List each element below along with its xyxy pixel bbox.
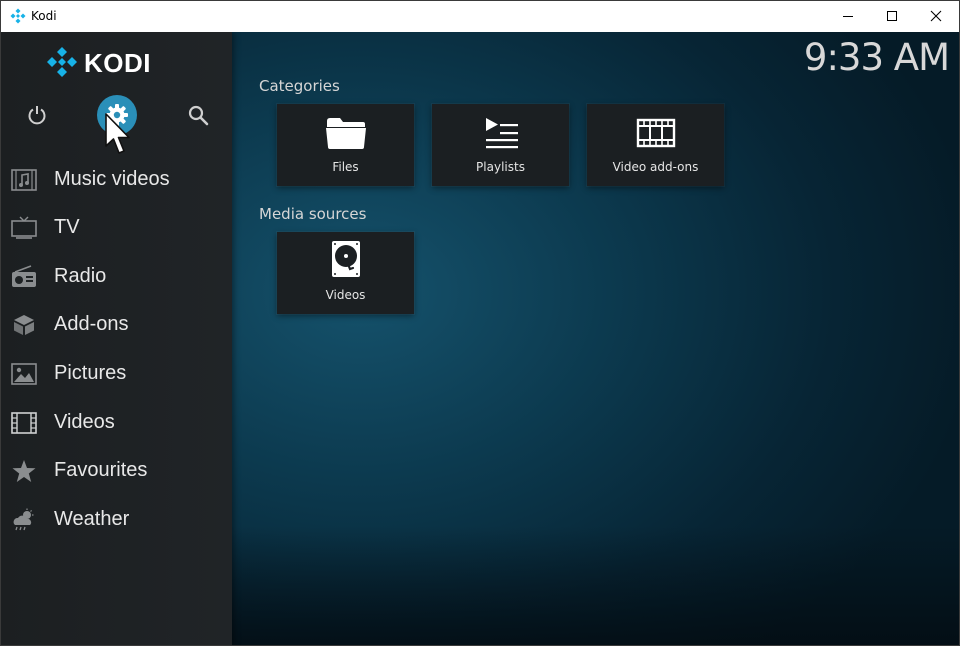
sidebar-item-label: Videos [54,411,115,433]
tile-videos-source[interactable]: Videos [277,232,414,314]
music-video-icon [11,169,37,191]
film-icon [11,412,37,434]
sidebar-item-favourites[interactable]: Favourites [1,449,232,493]
window-title: Kodi [31,9,57,23]
categories-title: Categories [259,77,340,95]
mouse-cursor-icon [105,113,130,154]
kodi-home-screen: KODI Music videos TV Radio Add-ons Pictu… [1,32,959,645]
tile-label: Videos [325,288,366,302]
sidebar-item-videos[interactable]: Videos [1,401,232,445]
sidebar-item-label: Add-ons [54,313,129,335]
sidebar-item-label: TV [54,216,80,238]
sidebar: KODI Music videos TV Radio Add-ons Pictu… [1,32,232,645]
kodi-window: Kodi KODI Music videos TV Radio Add-ons … [0,0,960,646]
picture-icon [11,363,37,385]
tile-label: Video add-ons [612,160,699,174]
kodi-logo-icon [47,47,77,77]
tile-files[interactable]: Files [277,104,414,186]
sidebar-item-label: Radio [54,265,107,287]
addons-box-icon [14,315,34,335]
minimize-button[interactable] [825,1,871,31]
sidebar-item-weather[interactable]: Weather [1,498,232,542]
search-button[interactable] [177,95,217,135]
sidebar-item-radio[interactable]: Radio [1,255,232,299]
search-icon [188,105,209,126]
sidebar-item-label: Music videos [54,168,170,190]
power-button[interactable] [17,95,57,135]
film-strip-icon [636,118,676,148]
media-sources-title: Media sources [259,205,367,223]
kodi-app-icon [10,8,26,24]
title-bar[interactable]: Kodi [1,1,959,31]
power-icon [28,106,46,125]
weather-icon [13,508,34,531]
maximize-button[interactable] [869,1,915,31]
clock: 9:33 AM [803,36,950,79]
minimize-icon [843,16,853,17]
playlist-icon [486,118,518,149]
sidebar-item-tv[interactable]: TV [1,206,232,250]
tile-video-addons[interactable]: Video add-ons [587,104,724,186]
tv-icon [11,216,37,239]
tile-playlists[interactable]: Playlists [432,104,569,186]
star-icon [12,460,36,482]
sidebar-item-label: Pictures [54,362,127,384]
sidebar-item-music-videos[interactable]: Music videos [1,158,232,202]
hard-drive-icon [332,241,360,277]
sidebar-item-label: Favourites [54,459,148,481]
tile-label: Playlists [476,160,525,174]
sidebar-item-addons[interactable]: Add-ons [1,303,232,347]
radio-icon [12,265,36,287]
close-icon [930,10,942,22]
logo-text: KODI [84,48,151,78]
close-button[interactable] [913,1,959,31]
folder-icon [326,118,366,149]
sidebar-item-pictures[interactable]: Pictures [1,352,232,396]
sidebar-item-label: Weather [54,508,130,530]
maximize-icon [887,11,897,21]
tile-label: Files [332,160,359,174]
